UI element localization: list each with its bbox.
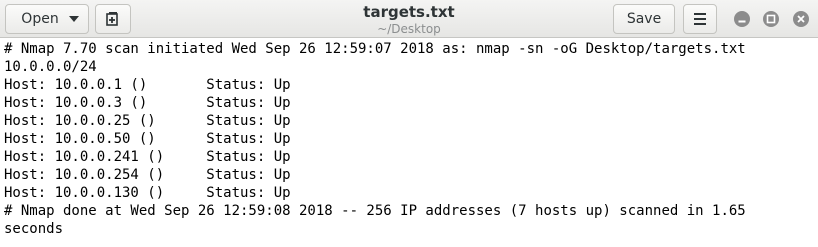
minimize-button[interactable]	[734, 11, 750, 27]
close-button[interactable]	[793, 11, 809, 27]
header-bar: Open targets.txt ~/Desktop Save	[0, 0, 818, 38]
editor-line: Host: 10.0.0.50 () Status: Up	[4, 131, 291, 147]
editor-line: Host: 10.0.0.25 () Status: Up	[4, 113, 291, 129]
window-title-area: targets.txt ~/Desktop	[280, 2, 538, 37]
new-document-button[interactable]	[95, 4, 131, 34]
editor-line: 10.0.0.0/24	[4, 59, 97, 75]
maximize-icon	[766, 14, 776, 24]
editor-line: Host: 10.0.0.241 () Status: Up	[4, 149, 291, 165]
open-button-label: Open	[21, 11, 59, 27]
editor-line: # Nmap 7.70 scan initiated Wed Sep 26 12…	[4, 41, 746, 57]
minimize-icon	[738, 20, 746, 23]
chevron-down-icon	[68, 16, 79, 22]
open-button[interactable]: Open	[5, 4, 89, 34]
editor-line: Host: 10.0.0.3 () Status: Up	[4, 95, 291, 111]
text-editor-area[interactable]: # Nmap 7.70 scan initiated Wed Sep 26 12…	[0, 38, 818, 247]
window-subtitle: ~/Desktop	[377, 22, 441, 36]
editor-line: seconds	[4, 221, 64, 237]
save-button[interactable]: Save	[613, 4, 675, 34]
window-title: targets.txt	[363, 3, 455, 21]
editor-line: Host: 10.0.0.1 () Status: Up	[4, 77, 291, 93]
editor-line: # Nmap done at Wed Sep 26 12:59:08 2018 …	[4, 203, 746, 219]
close-icon	[797, 15, 805, 23]
text-editor-window: Open targets.txt ~/Desktop Save # Nmap 7…	[0, 0, 818, 247]
maximize-button[interactable]	[763, 11, 779, 27]
hamburger-menu-button[interactable]	[683, 4, 717, 34]
editor-line: Host: 10.0.0.130 () Status: Up	[4, 185, 291, 201]
new-document-icon	[106, 12, 118, 26]
menu-icon	[694, 13, 706, 15]
editor-line: Host: 10.0.0.254 () Status: Up	[4, 167, 291, 183]
